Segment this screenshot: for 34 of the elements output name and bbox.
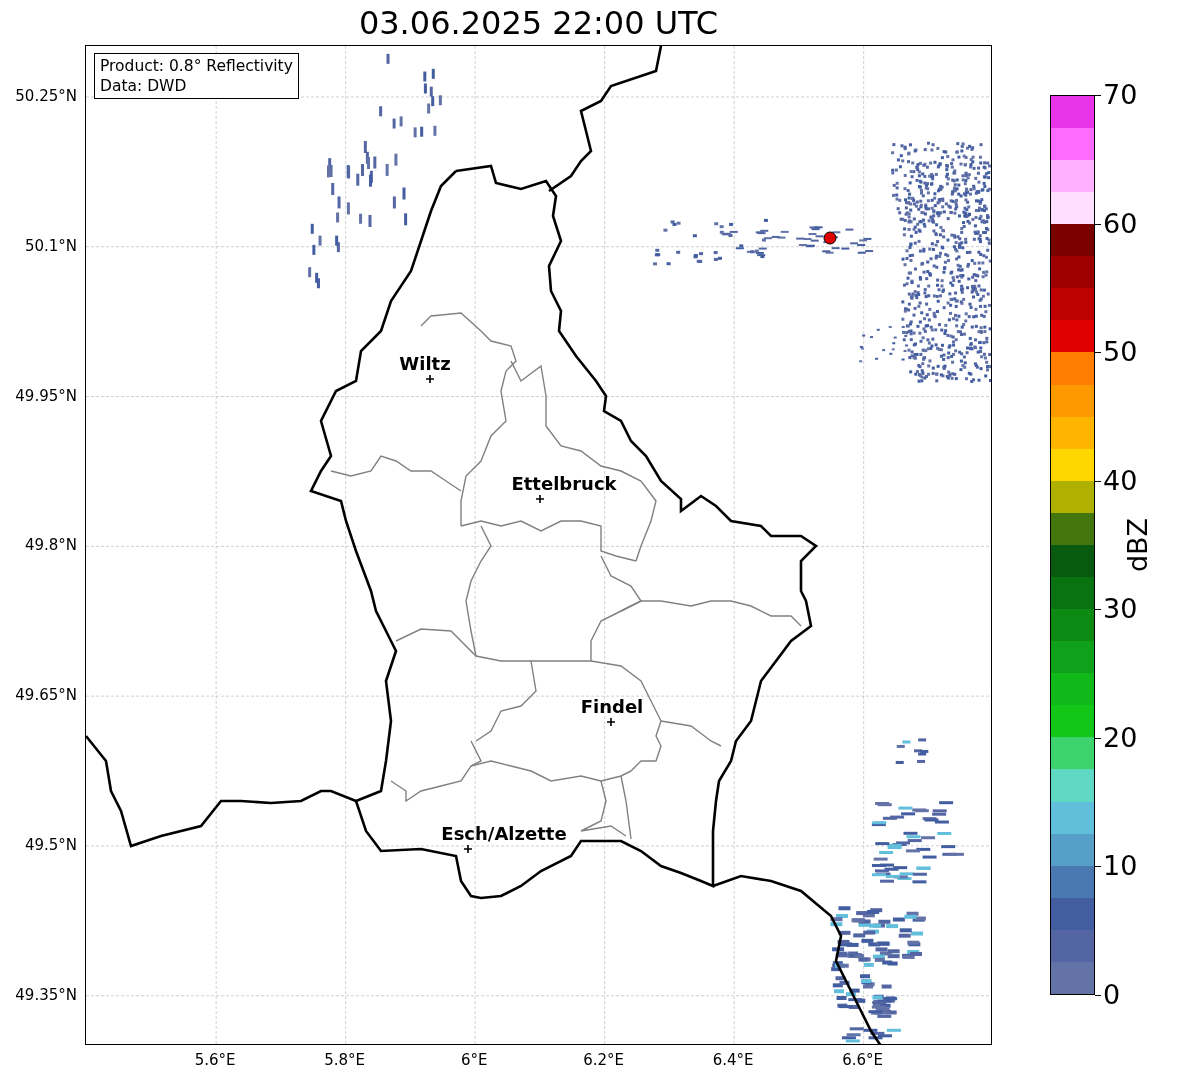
- colorbar-tick-label: 70: [1103, 80, 1138, 110]
- city-label: Esch/Alzette: [441, 822, 567, 844]
- colorbar-tick-label: 40: [1103, 465, 1138, 496]
- colorbar-tick-label: 30: [1103, 594, 1138, 625]
- colorbar-tick-label: 60: [1103, 208, 1138, 239]
- longitude-label: 5.8°E: [324, 1051, 366, 1069]
- longitude-label: 5.6°E: [194, 1051, 236, 1069]
- latitude-label: 49.8°N: [24, 536, 77, 555]
- city-label: Findel: [580, 695, 644, 717]
- longitude-label: 6.6°E: [842, 1051, 884, 1069]
- longitude-label: 6.2°E: [583, 1051, 625, 1069]
- city-label: Wiltz: [399, 352, 451, 374]
- city-marker-icon: [606, 717, 616, 727]
- info-text: Data: DWD: [100, 76, 188, 96]
- latitude-label: 49.5°N: [24, 835, 77, 854]
- latitude-label: 49.95°N: [15, 386, 77, 405]
- latitude-label: 50.25°N: [15, 86, 77, 105]
- longitude-label: 6.4°E: [712, 1051, 754, 1069]
- latitude-label: 49.35°N: [15, 985, 77, 1004]
- info-text: Product: 0.8° Reflectivity: [100, 56, 293, 76]
- colorbar-tick-label: 50: [1103, 337, 1138, 368]
- city-marker-icon: [425, 374, 435, 384]
- latitude-label: 49.65°N: [15, 686, 77, 705]
- colorbar-tick-label: 20: [1103, 722, 1138, 753]
- radar-site-icon: [823, 231, 837, 245]
- colorbar-tick-label: 0: [1103, 980, 1121, 1010]
- city-marker-icon: [463, 844, 473, 854]
- colorbar-label: dBZ: [1121, 517, 1153, 573]
- latitude-label: 50.1°N: [24, 236, 77, 255]
- chart-title: 03.06.2025 22:00 UTC: [358, 3, 719, 42]
- colorbar-tick-label: 10: [1103, 851, 1138, 882]
- longitude-label: 6°E: [460, 1051, 488, 1069]
- city-label: Ettelbruck: [511, 472, 617, 494]
- city-marker-icon: [535, 494, 545, 504]
